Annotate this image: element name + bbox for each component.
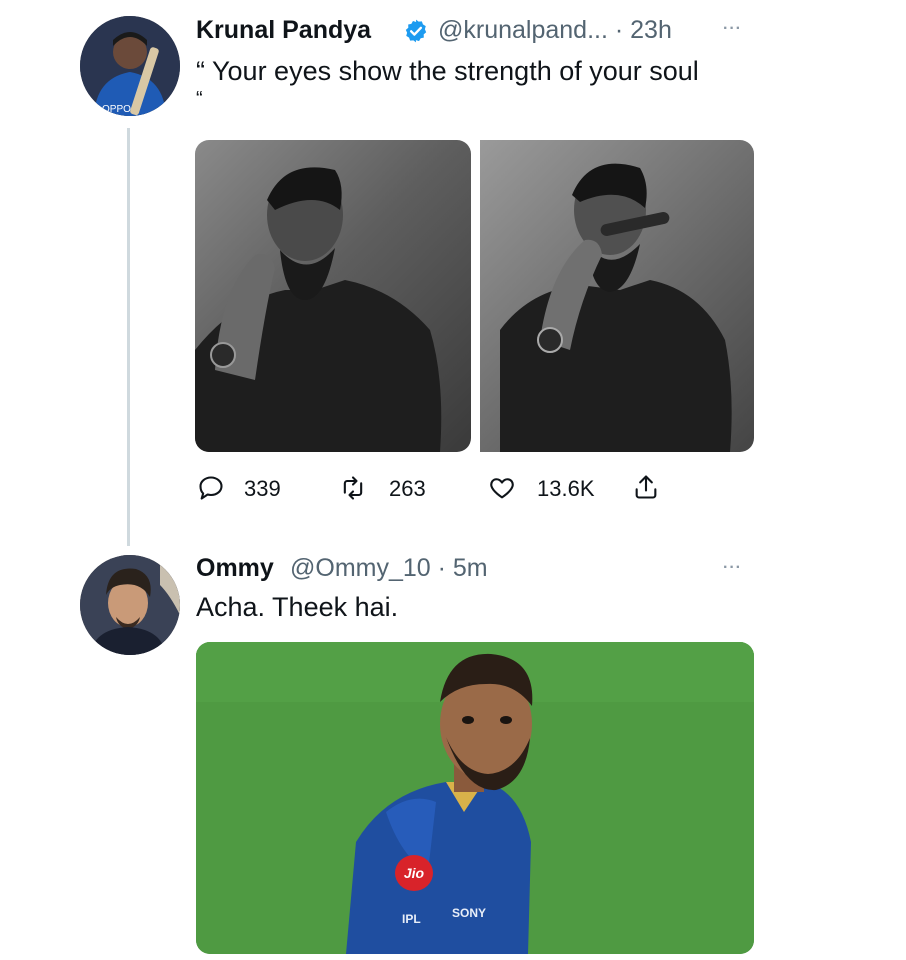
krunal-avatar-image: OPPO: [80, 16, 180, 116]
tweet-photo-1[interactable]: [195, 140, 471, 452]
reply-more-options-icon[interactable]: ···: [723, 559, 742, 577]
tweet-handle-time[interactable]: @krunalpand... · 23h: [438, 16, 672, 45]
reply-icon[interactable]: [197, 474, 225, 502]
share-icon[interactable]: [632, 473, 660, 501]
retweet-icon[interactable]: [339, 474, 367, 502]
like-heart-icon[interactable]: [488, 474, 516, 502]
reply-handle-time[interactable]: @Ommy_10 · 5m: [290, 554, 488, 583]
tweet-photo-2-image: [500, 163, 732, 452]
reply-author-name[interactable]: Ommy: [196, 554, 274, 583]
reply-count: 339: [244, 476, 281, 501]
tweet-text: “ Your eyes show the strength of your so…: [196, 56, 699, 86]
tweet-photo-1-image: [195, 167, 442, 452]
jersey-sony-text: SONY: [452, 906, 487, 920]
tweet-photo-2[interactable]: [480, 140, 754, 452]
verified-badge-icon: [405, 19, 427, 43]
ommy-avatar[interactable]: [80, 555, 180, 655]
reply-text: Acha. Theek hai.: [196, 592, 399, 622]
tweet-more-options-icon[interactable]: ···: [723, 20, 742, 38]
krunal-avatar[interactable]: OPPO: [80, 16, 180, 116]
thread-line: [127, 128, 130, 546]
tweet-author-name[interactable]: Krunal Pandya: [196, 16, 371, 45]
retweet-count: 263: [389, 476, 426, 501]
svg-text:OPPO: OPPO: [102, 104, 131, 115]
ommy-avatar-image: [80, 555, 180, 655]
like-count: 13.6K: [537, 476, 595, 501]
jersey-sponsor-logo: Jio: [395, 855, 433, 891]
jersey-ipl-badge: IPL: [402, 912, 421, 926]
tweet-text-continuation: “: [196, 88, 203, 110]
